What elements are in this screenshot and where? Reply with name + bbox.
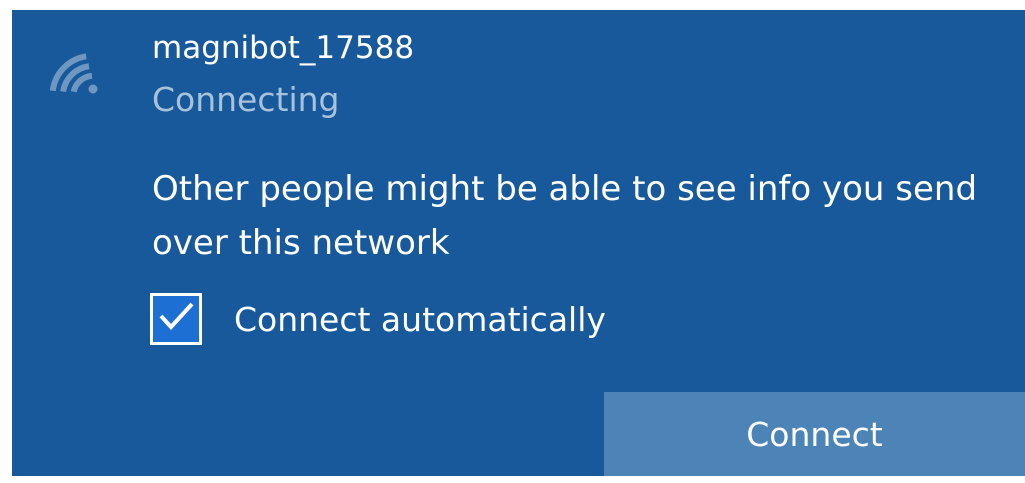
connect-automatically-option[interactable]: Connect automatically	[150, 293, 606, 345]
security-warning: Other people might be able to see info y…	[152, 169, 978, 263]
network-status: Connecting	[152, 80, 340, 119]
page: magnibot_17588 Connecting Other people m…	[0, 0, 1025, 483]
connect-button[interactable]: Connect	[604, 392, 1025, 476]
checkmark-icon	[156, 299, 196, 339]
wifi-network-panel: magnibot_17588 Connecting Other people m…	[12, 10, 1025, 476]
connect-automatically-label: Connect automatically	[234, 299, 606, 339]
connect-automatically-checkbox[interactable]	[150, 293, 202, 345]
network-name: magnibot_17588	[152, 30, 415, 66]
wifi-icon	[48, 40, 112, 96]
